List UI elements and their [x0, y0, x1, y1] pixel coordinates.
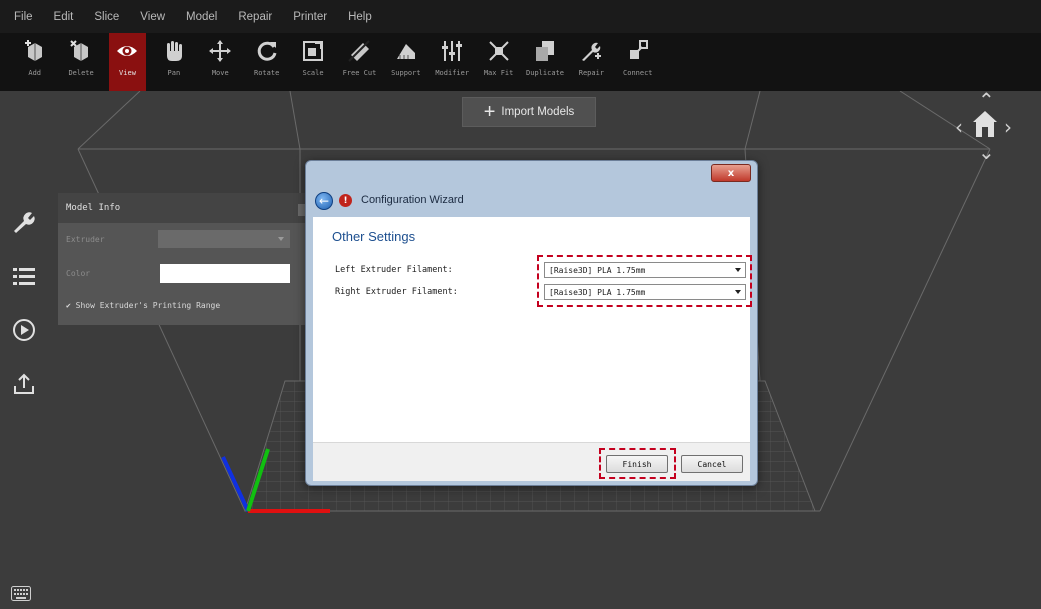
color-swatch[interactable] [160, 264, 290, 283]
tool-duplicate-button[interactable]: Duplicate [526, 33, 564, 91]
modifier-icon [442, 41, 463, 61]
connect-icon [629, 40, 648, 59]
tool-delete-button[interactable]: Delete [62, 33, 99, 91]
tool-label: Add [28, 69, 42, 77]
back-arrow-icon: ← [318, 194, 330, 208]
tool-label: View [119, 69, 136, 77]
eye-icon [117, 46, 138, 56]
tool-rotate-button[interactable]: Rotate [248, 33, 285, 91]
nav-down-icon[interactable]: ⌄ [978, 140, 995, 164]
other-settings-heading: Other Settings [332, 229, 416, 244]
tool-label: Pan [167, 69, 181, 77]
toolbar-background [800, 33, 1041, 91]
toolbar: Add Delete View Pan Move Rotate Scale Fr… [0, 33, 800, 91]
tool-modifier-button[interactable]: Modifier [434, 33, 471, 91]
play-circle-icon[interactable] [12, 318, 36, 342]
tool-label: Move [211, 69, 229, 77]
tool-label: Delete [68, 69, 94, 77]
rotate-icon [257, 41, 277, 61]
tool-repair-button[interactable]: Repair [573, 33, 610, 91]
tool-label: Free Cut [342, 69, 377, 77]
close-button[interactable]: x [711, 164, 751, 182]
finish-highlight-box [599, 448, 676, 479]
menu-printer[interactable]: Printer [293, 11, 327, 23]
menu-bar: File Edit Slice View Model Repair Printe… [0, 0, 1041, 33]
tool-label: Rotate [254, 69, 280, 77]
filament-highlight-box [537, 255, 752, 307]
tool-label: Max Fit [483, 69, 514, 77]
menu-model[interactable]: Model [186, 11, 217, 23]
import-models-label: Import Models [501, 106, 575, 118]
tool-support-button[interactable]: Support [387, 33, 424, 91]
tool-pan-button[interactable]: Pan [155, 33, 192, 91]
close-icon: x [727, 167, 735, 179]
tool-label: Connect [623, 69, 653, 77]
tool-label: Repair [578, 69, 605, 77]
right-extruder-label: Right Extruder Filament: [335, 287, 458, 297]
left-extruder-label: Left Extruder Filament: [335, 265, 453, 275]
configuration-wizard-dialog: x ← ! Configuration Wizard Other Setting… [305, 160, 758, 486]
menu-repair[interactable]: Repair [238, 11, 272, 23]
import-models-button[interactable]: + Import Models [462, 97, 596, 127]
nav-right-icon[interactable]: › [1004, 115, 1012, 139]
max-fit-icon [488, 41, 509, 61]
model-info-panel: Model Info Extruder Color ✔ Show Extrude… [58, 193, 306, 325]
duplicate-icon [535, 41, 554, 61]
tool-scale-button[interactable]: Scale [294, 33, 331, 91]
keyboard-icon[interactable] [11, 586, 31, 601]
extruder-label: Extruder [66, 235, 105, 244]
tool-free-cut-button[interactable]: Free Cut [341, 33, 378, 91]
dialog-content: Other Settings Left Extruder Filament: [… [313, 217, 752, 442]
list-icon[interactable] [12, 264, 36, 288]
show-range-label: Show Extruder's Printing Range [75, 301, 221, 310]
tool-label: Duplicate [526, 69, 564, 77]
dialog-title: Configuration Wizard [361, 194, 464, 206]
delete-model-icon [70, 40, 89, 61]
app-window: File Edit Slice View Model Repair Printe… [0, 0, 1041, 609]
tool-add-button[interactable]: Add [16, 33, 53, 91]
tool-move-button[interactable]: Move [202, 33, 239, 91]
plus-icon: + [483, 101, 496, 123]
warning-icon: ! [339, 194, 352, 207]
scale-icon [303, 41, 324, 61]
tool-connect-button[interactable]: Connect [619, 33, 656, 91]
repair-icon [582, 42, 602, 61]
nav-left-icon[interactable]: ‹ [955, 115, 963, 139]
wrench-icon[interactable] [12, 210, 36, 234]
tool-view-button[interactable]: View [108, 33, 147, 91]
hand-icon [166, 41, 182, 61]
menu-slice[interactable]: Slice [94, 11, 119, 23]
tool-label: Modifier [435, 69, 470, 77]
menu-edit[interactable]: Edit [54, 11, 74, 23]
menu-help[interactable]: Help [348, 11, 372, 23]
cancel-button[interactable]: Cancel [681, 455, 743, 473]
show-range-checkbox[interactable]: ✔ Show Extruder's Printing Range [66, 301, 220, 310]
extruder-select[interactable] [158, 230, 290, 248]
color-label: Color [66, 269, 91, 278]
home-view-icon[interactable] [970, 108, 1000, 140]
cut-icon [348, 40, 371, 62]
add-model-icon [24, 40, 42, 61]
export-icon[interactable] [12, 372, 36, 396]
support-icon [396, 44, 415, 59]
cancel-label: Cancel [697, 459, 727, 469]
tool-max-fit-button[interactable]: Max Fit [480, 33, 517, 91]
menu-view[interactable]: View [140, 11, 165, 23]
tool-label: Scale [302, 69, 324, 77]
dialog-footer: Finish Cancel [313, 442, 750, 481]
model-info-title: Model Info [58, 193, 306, 223]
checkmark-icon: ✔ [66, 301, 71, 310]
move-icon [209, 40, 232, 62]
menu-file[interactable]: File [14, 11, 33, 23]
back-arrow-button[interactable]: ← [315, 192, 333, 210]
tool-label: Support [391, 69, 421, 77]
